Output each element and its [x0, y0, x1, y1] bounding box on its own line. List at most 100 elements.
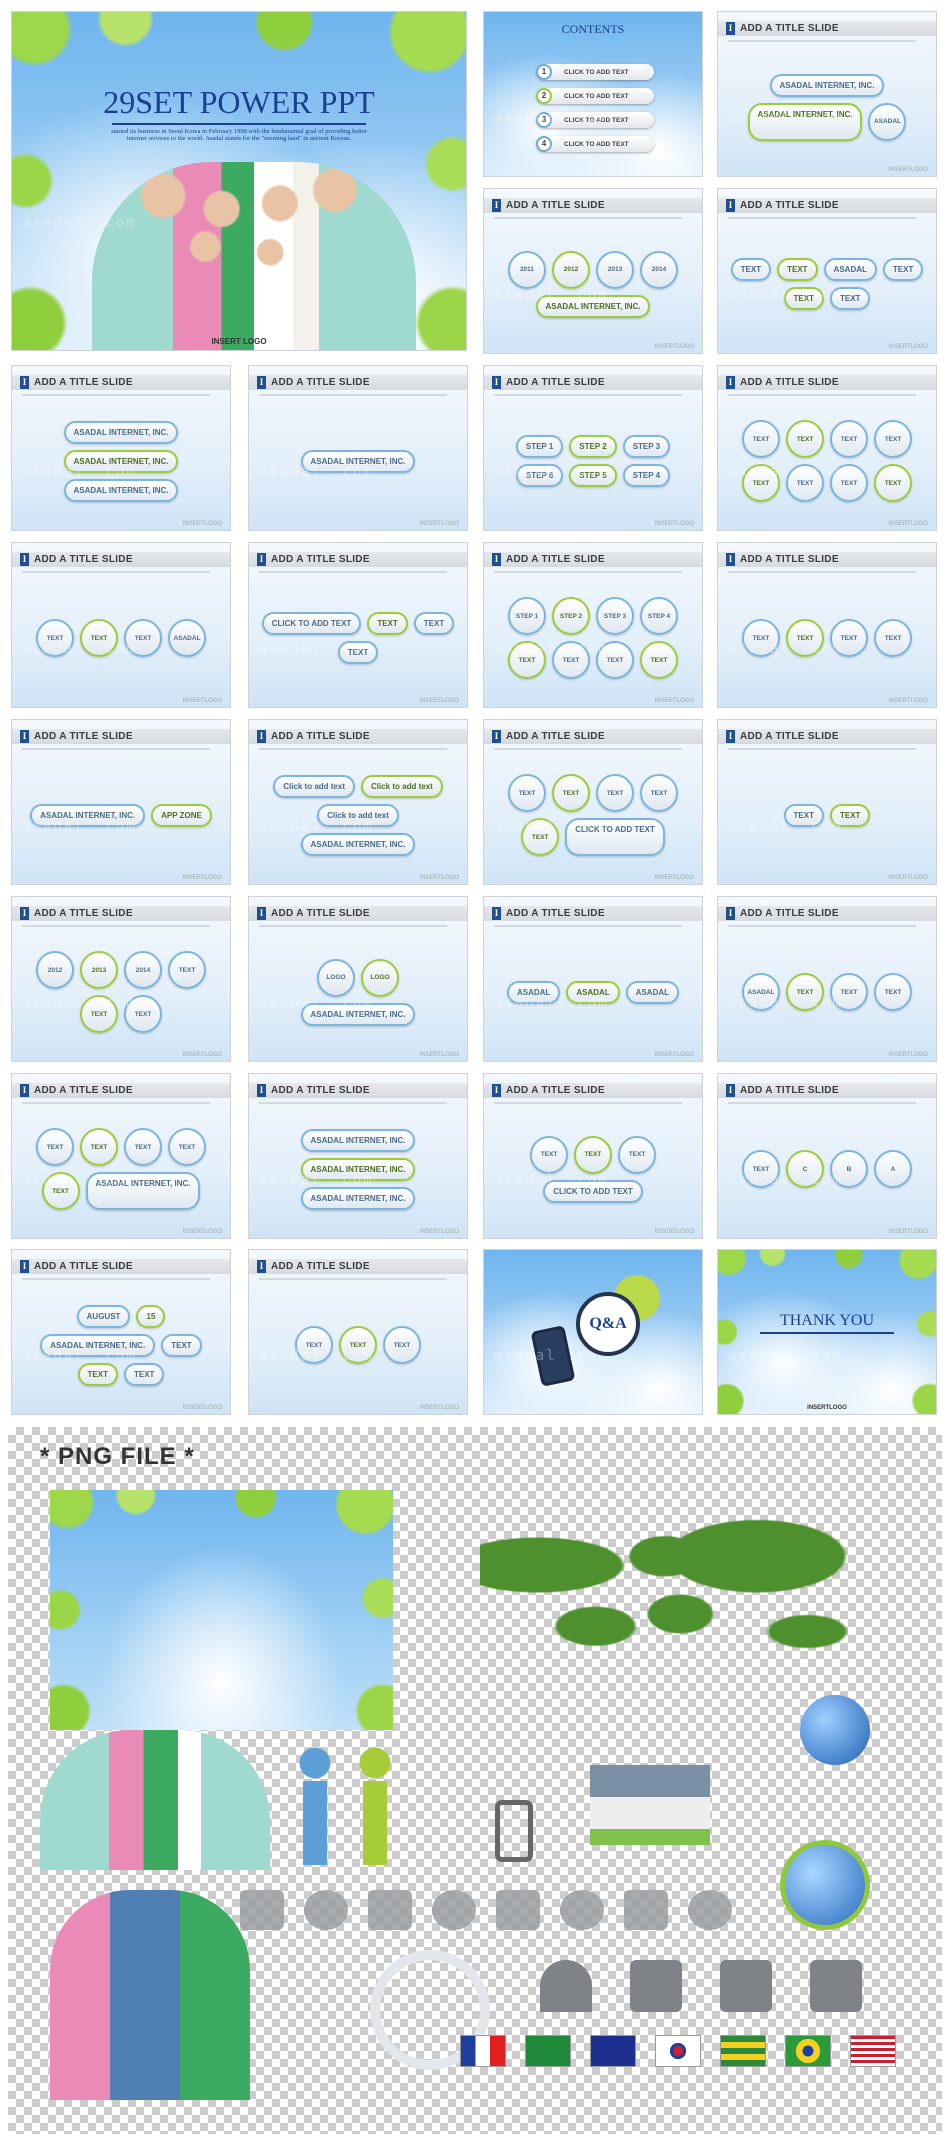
slide-label[interactable]: TEXT [168, 951, 206, 989]
slide-label[interactable]: TEXT [874, 973, 912, 1011]
slide-label[interactable]: 2014 [640, 250, 678, 289]
slide-thumbnail[interactable]: I ADD A TITLE SLIDE ASADAL INTERNET, INC. A… [11, 719, 231, 885]
slide-thumbnail[interactable]: I ADD A TITLE SLIDE ASADAL INTERNET, INC. A… [717, 11, 937, 177]
slide-label[interactable]: TEXT [640, 774, 678, 812]
slide-thumbnail[interactable]: I ADD A TITLE SLIDE TEXT TEXT ASADAL TEXT TEXT… [717, 188, 937, 354]
slide-label[interactable]: TEXT [77, 1362, 118, 1386]
slide-thumbnail[interactable]: I ADD A TITLE SLIDE ASADAL ASADAL ASADAL INSE… [483, 896, 703, 1062]
slide-thumbnail[interactable]: I ADD A TITLE SLIDE LOGO LOGO ASADAL INTERNE… [248, 896, 468, 1062]
slide-label[interactable]: AUGUST [76, 1304, 131, 1328]
slide-contents[interactable]: CONTENTS 1 CLICK TO ADD TEXT 2 CLICK TO ADD … [483, 11, 703, 177]
slide-label[interactable]: TEXT [508, 774, 546, 812]
slide-label[interactable]: ASADAL INTERNET, INC. [63, 478, 179, 502]
slide-label[interactable]: TEXT [413, 612, 455, 635]
slide-label[interactable]: ASADAL [868, 102, 907, 141]
slide-label[interactable]: Click to add text [361, 774, 443, 798]
slide-thumbnail[interactable]: I ADD A TITLE SLIDE TEXT TEXT TEXT TEXT TEXT CL… [483, 719, 703, 885]
slide-label[interactable]: CLICK TO ADD TEXT [261, 612, 362, 635]
slide-thumbnail[interactable]: I ADD A TITLE SLIDE AUGUST 15 ASADAL INTERNE… [11, 1249, 231, 1415]
slide-thumbnail[interactable]: I ADD A TITLE SLIDE STEP 1 STEP 2 STEP 3 STEP… [483, 365, 703, 531]
slide-thumbnail[interactable]: I ADD A TITLE SLIDE 2012 2013 2014 TEXT TEXT TE… [11, 896, 231, 1062]
title-marker-icon: I [726, 1084, 735, 1097]
slide-label[interactable]: TEXT [777, 258, 818, 281]
slide-thumbnail[interactable]: I ADD A TITLE SLIDE TEXT TEXT TEXT TEXT TEXT AS… [11, 1073, 231, 1239]
slide-qa[interactable]: Q&A asadal .com [483, 1249, 703, 1415]
slide-label[interactable]: STEP 4 [640, 597, 678, 635]
slide-thumbnail[interactable]: I ADD A TITLE SLIDE 2011 2012 2013 2014 ASADAL… [483, 188, 703, 354]
slide-label[interactable]: STEP 2 [552, 597, 590, 635]
slide-label[interactable]: TEXT [36, 1128, 74, 1166]
slide-label[interactable]: ASADAL INTERNET, INC. [300, 1186, 416, 1210]
slide-label[interactable]: TEXT [574, 1135, 612, 1174]
slide-label[interactable]: LOGO [317, 958, 355, 997]
slide-label[interactable]: TEXT [530, 1135, 568, 1174]
slide-label[interactable]: STEP 3 [622, 435, 671, 458]
slide-thank-you[interactable]: THANK YOU INSERTLOGO asadal .com [717, 1249, 937, 1415]
slide-label[interactable]: 2014 [124, 951, 162, 989]
slide-label[interactable]: TEXT [367, 612, 408, 635]
contents-item[interactable]: 1 CLICK TO ADD TEXT [536, 64, 654, 80]
slide-thumbnail[interactable]: I ADD A TITLE SLIDE TEXT TEXT INSERTLOGO asad… [717, 719, 937, 885]
slide-label[interactable]: TEXT [596, 774, 634, 812]
slide-label[interactable]: STEP 4 [622, 464, 671, 487]
slide-thumbnail[interactable]: I ADD A TITLE SLIDE STEP 1 STEP 2 STEP 3 STEP… [483, 542, 703, 708]
slide-label[interactable]: 2012 [36, 951, 74, 989]
slide-label[interactable]: TEXT [383, 1326, 421, 1364]
slide-label[interactable]: TEXT [161, 1333, 202, 1357]
slide-label[interactable]: 2012 [552, 250, 590, 289]
slide-thumbnail[interactable]: I ADD A TITLE SLIDE TEXT TEXT TEXT TEXT INSERT… [717, 542, 937, 708]
contents-item[interactable]: 4 CLICK TO ADD TEXT [536, 136, 654, 152]
slide-label[interactable]: STEP 1 [508, 597, 546, 635]
slide-label[interactable]: ASADAL INTERNET, INC. [300, 1128, 416, 1152]
slide-label[interactable]: TEXT [742, 420, 780, 458]
slide-label[interactable]: TEXT [124, 1362, 165, 1386]
slide-label[interactable]: TEXT [552, 774, 590, 812]
slide-label[interactable]: ASADAL [168, 619, 206, 657]
slide-label[interactable]: TEXT [830, 420, 868, 458]
slide-label[interactable]: A [874, 1150, 912, 1188]
slide-body: Click to add text Click to add text Click … [259, 760, 457, 870]
slide-label[interactable]: TEXT [618, 1135, 656, 1174]
slide-label[interactable]: 2013 [596, 250, 634, 289]
slide-footer-logo: INSERTLOGO [888, 344, 928, 350]
slide-thumbnail[interactable]: I ADD A TITLE SLIDE ASADAL INTERNET, INC. A… [11, 365, 231, 531]
slide-cover[interactable]: 29SET POWER PPT started its business in S… [11, 11, 467, 351]
slide-thumbnail[interactable]: I ADD A TITLE SLIDE CLICK TO ADD TEXT TEXT T… [248, 542, 468, 708]
contents-item[interactable]: 2 CLICK TO ADD TEXT [536, 88, 654, 104]
slide-label[interactable]: TEXT [874, 464, 912, 502]
slide-label[interactable]: Click to add text [273, 774, 355, 798]
slide-label[interactable]: TEXT [874, 619, 912, 657]
slide-thumbnail[interactable]: I ADD A TITLE SLIDE TEXT TEXT TEXT INSERTLOGO… [248, 1249, 468, 1415]
slide-label[interactable]: LOGO [361, 958, 399, 997]
slide-label[interactable]: TEXT [882, 258, 924, 281]
slide-label[interactable]: TEXT [730, 258, 772, 281]
slide-label[interactable]: ASADAL [625, 980, 680, 1004]
slide-label[interactable]: 15 [136, 1304, 166, 1328]
slide-label[interactable]: TEXT [874, 420, 912, 458]
slide-label[interactable]: ASADAL INTERNET, INC. [769, 73, 885, 97]
slide-label[interactable]: ASADAL [823, 258, 877, 281]
slide-label[interactable]: STEP 2 [569, 435, 617, 458]
slide-thumbnail[interactable]: I ADD A TITLE SLIDE TEXT TEXT TEXT TEXT TEXT TE… [717, 365, 937, 531]
slide-thumbnail[interactable]: I ADD A TITLE SLIDE Click to add text Click… [248, 719, 468, 885]
slide-thumbnail[interactable]: I ADD A TITLE SLIDE ASADAL INTERNET, INC. I… [248, 365, 468, 531]
slide-label[interactable]: STEP 1 [515, 435, 564, 458]
slide-label[interactable]: ASADAL INTERNET, INC. [300, 832, 416, 856]
slide-thumbnail[interactable]: I ADD A TITLE SLIDE TEXT TEXT TEXT CLICK TO A… [483, 1073, 703, 1239]
slide-label[interactable]: ASADAL INTERNET, INC. [63, 420, 179, 444]
slide-label[interactable]: TEXT [640, 641, 678, 679]
slide-label[interactable]: TEXT [80, 1128, 118, 1166]
slide-label[interactable]: TEXT [786, 420, 824, 458]
watermark: asadal .com [728, 287, 843, 304]
slide-thumbnail[interactable]: I ADD A TITLE SLIDE ASADAL INTERNET, INC. A… [248, 1073, 468, 1239]
slide-thumbnail[interactable]: I ADD A TITLE SLIDE ASADAL TEXT TEXT TEXT INSE… [717, 896, 937, 1062]
slide-thumbnail[interactable]: I ADD A TITLE SLIDE TEXT C B A INSERTLOGO asada… [717, 1073, 937, 1239]
slide-label[interactable]: TEXT [168, 1128, 206, 1166]
slide-label[interactable]: TEXT [124, 1128, 162, 1166]
slide-label[interactable]: APP ZONE [151, 803, 212, 827]
slide-thumbnail[interactable]: I ADD A TITLE SLIDE TEXT TEXT TEXT ASADAL INSE… [11, 542, 231, 708]
slide-description-lines [494, 571, 682, 573]
slide-label[interactable]: 2013 [80, 951, 118, 989]
slide-label[interactable]: 2011 [508, 250, 546, 289]
slide-label[interactable]: STEP 3 [596, 597, 634, 635]
